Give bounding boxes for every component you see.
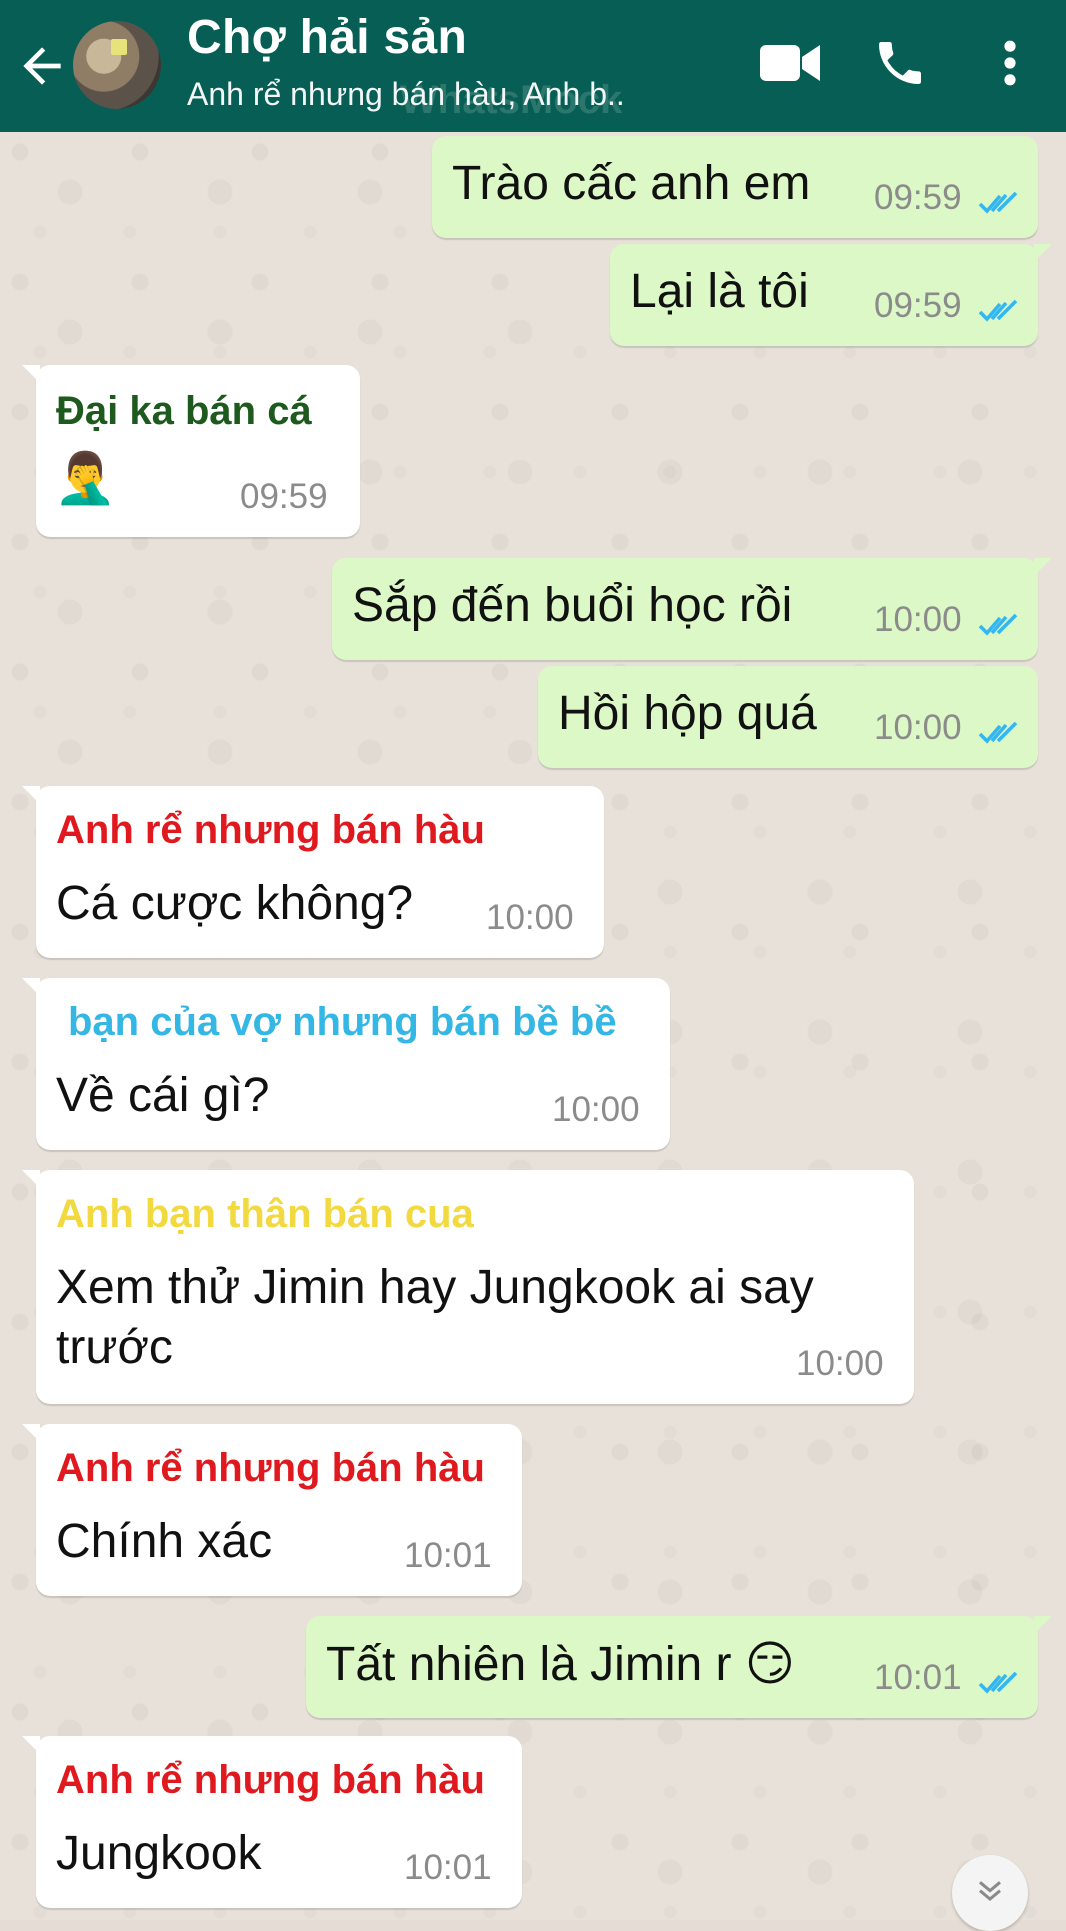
message-text-line: Xem thử Jimin hay Jungkook ai say bbox=[56, 1261, 814, 1314]
message-text: Chính xác bbox=[56, 1515, 273, 1568]
message-text-line: trước bbox=[56, 1321, 173, 1374]
message-time: 10:00 bbox=[552, 1090, 640, 1129]
message-time: 10:01 bbox=[404, 1536, 492, 1575]
outgoing-message[interactable]: Sắp đến buổi học rồi 10:00 bbox=[332, 558, 1052, 660]
outgoing-message[interactable]: Tất nhiên là Jimin r 😏 10:01 bbox=[306, 1616, 1052, 1718]
read-ticks-icon bbox=[978, 191, 1018, 214]
chat-header: Chợ hải sản Anh rể nhưng bán hàu, Anh b.… bbox=[0, 0, 1066, 132]
outgoing-message[interactable]: Lại là tôi 09:59 bbox=[610, 244, 1052, 346]
incoming-message[interactable]: Anh rể nhưng bán hàu Jungkook 10:01 bbox=[22, 1736, 522, 1908]
message-text: Về cái gì? bbox=[56, 1069, 270, 1122]
read-ticks-icon bbox=[978, 1671, 1018, 1694]
message-sender: bạn của vợ nhưng bán bề bề bbox=[68, 1000, 617, 1044]
message-time: 10:00 bbox=[874, 600, 962, 639]
message-text: Tất nhiên là Jimin r 😏 bbox=[326, 1638, 795, 1691]
message-text: Jungkook bbox=[56, 1827, 262, 1880]
back-arrow-icon[interactable] bbox=[14, 38, 70, 94]
video-call-icon[interactable] bbox=[758, 35, 822, 91]
read-ticks-icon bbox=[978, 299, 1018, 322]
message-time: 09:59 bbox=[240, 477, 328, 516]
more-vert-icon[interactable] bbox=[996, 35, 1024, 91]
incoming-message[interactable]: Anh bạn thân bán cua Xem thử Jimin hay J… bbox=[22, 1170, 914, 1404]
message-time: 10:00 bbox=[486, 898, 574, 937]
message-text: Trào cấc anh em bbox=[452, 157, 811, 210]
phone-icon[interactable] bbox=[872, 35, 928, 91]
watermark: WhatsMock bbox=[400, 78, 623, 122]
read-ticks-icon bbox=[978, 613, 1018, 636]
message-text: Sắp đến buổi học rồi bbox=[352, 579, 793, 632]
read-ticks-icon bbox=[978, 721, 1018, 744]
double-chevron-down-icon bbox=[979, 1881, 1001, 1901]
message-emoji: 🤦‍♂️ bbox=[54, 449, 117, 507]
outgoing-message[interactable]: Trào cấc anh em 09:59 bbox=[432, 136, 1038, 238]
incoming-message[interactable]: Đại ka bán cá 🤦‍♂️ 09:59 bbox=[22, 365, 360, 537]
group-avatar[interactable] bbox=[73, 21, 161, 109]
message-text: Lại là tôi bbox=[630, 265, 809, 318]
message-text: Hồi hộp quá bbox=[558, 687, 817, 740]
message-time: 10:01 bbox=[874, 1658, 962, 1697]
message-time: 10:00 bbox=[796, 1344, 884, 1383]
message-sender: Anh bạn thân bán cua bbox=[56, 1192, 474, 1236]
chat-title[interactable]: Chợ hải sản bbox=[187, 10, 467, 65]
message-sender: Anh rể nhưng bán hàu bbox=[56, 1758, 485, 1802]
incoming-message[interactable]: Anh rể nhưng bán hàu Cá cược không? 10:0… bbox=[22, 786, 604, 958]
message-time: 10:01 bbox=[404, 1848, 492, 1887]
message-time: 10:00 bbox=[874, 708, 962, 747]
message-time: 09:59 bbox=[874, 286, 962, 325]
message-sender: Đại ka bán cá bbox=[56, 389, 312, 433]
outgoing-message[interactable]: Hồi hộp quá 10:00 bbox=[538, 666, 1038, 768]
message-sender: Anh rể nhưng bán hàu bbox=[56, 808, 485, 852]
incoming-message[interactable]: bạn của vợ nhưng bán bề bề Về cái gì? 10… bbox=[22, 978, 670, 1150]
message-text: Cá cược không? bbox=[56, 877, 414, 930]
incoming-message[interactable]: Anh rể nhưng bán hàu Chính xác 10:01 bbox=[22, 1424, 522, 1596]
message-sender: Anh rể nhưng bán hàu bbox=[56, 1446, 485, 1490]
message-time: 09:59 bbox=[874, 178, 962, 217]
